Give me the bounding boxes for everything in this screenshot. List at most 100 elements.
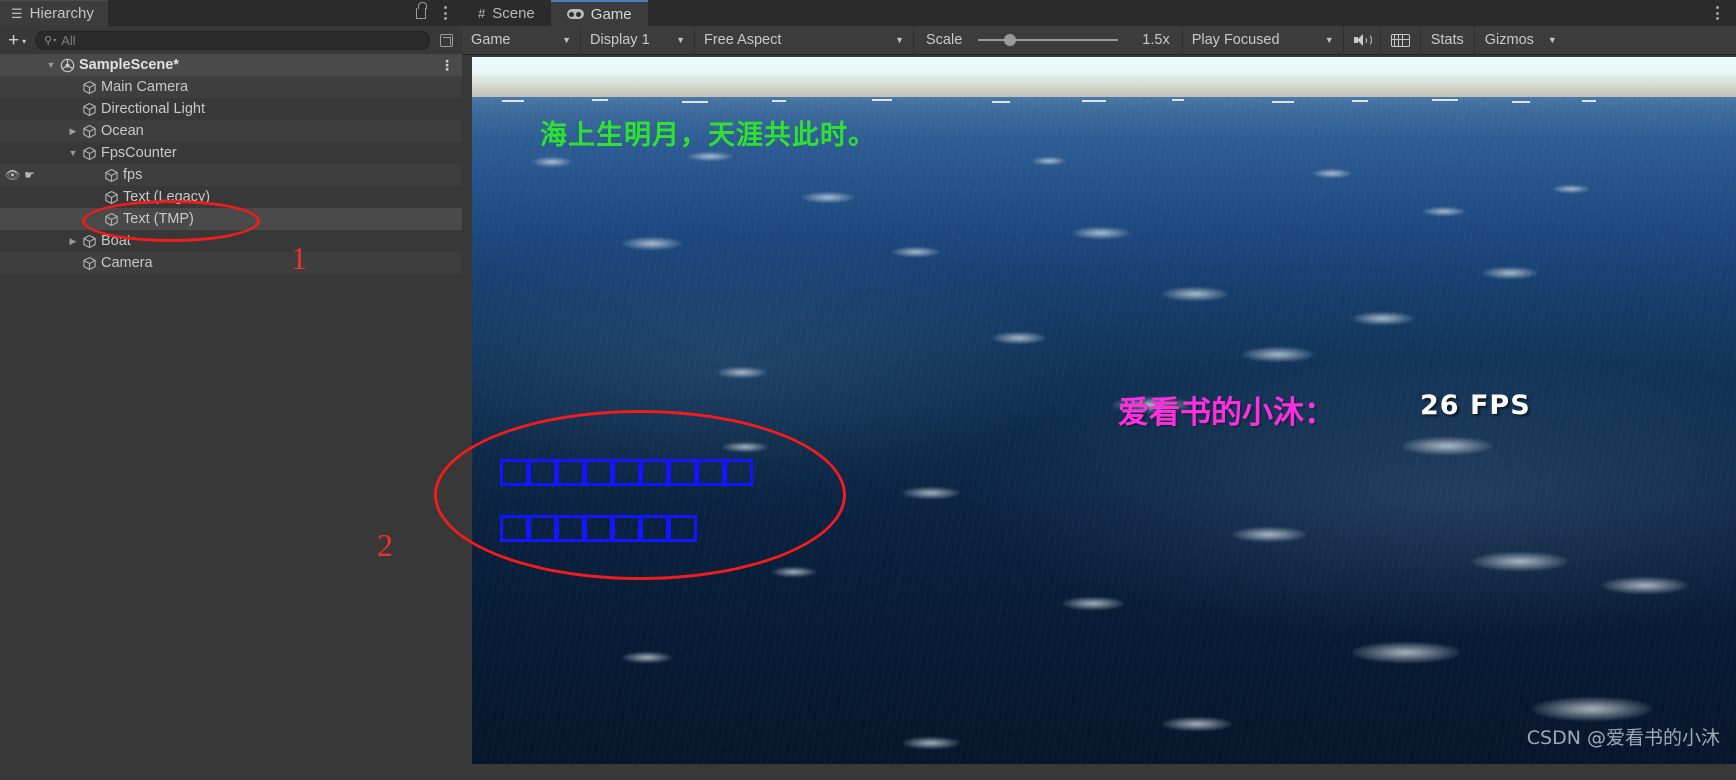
game-view-bottom-gutter xyxy=(924,764,1736,780)
chevron-right-icon[interactable]: ▶ xyxy=(66,236,80,247)
missing-glyph-row-2 xyxy=(500,515,697,542)
hierarchy-tabbar: ☰ Hierarchy xyxy=(0,0,462,26)
wave-foam xyxy=(1312,169,1352,178)
hand-pickability-icon[interactable]: ☛ xyxy=(24,169,35,181)
unity-editor-window: ☰ Hierarchy + ▾ ⚲ ▾ All ▼ SampleScene* ⋮… xyxy=(0,0,1736,780)
kebab-menu-icon[interactable] xyxy=(434,2,456,24)
wave-foam xyxy=(687,152,733,161)
hierarchy-row-label: Main Camera xyxy=(101,79,189,95)
chevron-down-icon: ▼ xyxy=(1324,35,1334,45)
gizmos-button[interactable]: Gizmos xyxy=(1475,26,1544,55)
kebab-menu-icon[interactable] xyxy=(1706,2,1728,24)
tab-game[interactable]: Game xyxy=(550,0,648,26)
scale-slider-track[interactable] xyxy=(978,34,1119,46)
wave-foam xyxy=(1482,267,1538,279)
view-mode-value: Game xyxy=(471,32,511,48)
chevron-right-icon[interactable]: ▶ xyxy=(66,126,80,137)
hierarchy-search-row: + ▾ ⚲ ▾ All xyxy=(0,26,462,54)
popout-window-icon[interactable] xyxy=(436,31,456,50)
chevron-down-icon: ▾ xyxy=(22,37,27,46)
tab-scene-label: Scene xyxy=(492,4,535,22)
wave-foam xyxy=(1242,347,1314,362)
play-mode-dropdown[interactable]: Play Focused ▼ xyxy=(1183,26,1343,55)
hierarchy-row-ocean[interactable]: ▶ Ocean xyxy=(0,120,462,142)
hierarchy-row-directional-light[interactable]: Directional Light xyxy=(0,98,462,120)
aspect-ratio-dropdown[interactable]: Free Aspect ▼ xyxy=(695,26,913,55)
kebab-menu-icon[interactable]: ⋮ xyxy=(440,57,462,74)
gameobject-cube-icon xyxy=(80,102,98,117)
missing-glyph-box xyxy=(556,515,585,542)
hierarchy-row-label: fps xyxy=(123,167,143,183)
horizon-speck xyxy=(682,101,708,103)
keyboard-icon xyxy=(1390,33,1410,47)
hierarchy-row-label: Camera xyxy=(101,255,153,271)
hierarchy-row-fpscounter[interactable]: ▼ FpsCounter xyxy=(0,142,462,164)
gizmos-dropdown[interactable]: ▼ xyxy=(1544,26,1565,55)
wave-foam xyxy=(802,192,854,203)
search-input[interactable]: ⚲ ▾ All xyxy=(35,30,430,50)
eye-visibility-icon[interactable]: 👁 xyxy=(5,169,20,181)
missing-glyph-row-1 xyxy=(500,459,753,486)
hierarchy-row-boat[interactable]: ▶ Boat xyxy=(0,230,462,252)
hierarchy-row-label: Boat xyxy=(101,233,131,249)
gameobject-cube-icon xyxy=(80,234,98,249)
display-value: Display 1 xyxy=(590,32,650,48)
wave-foam xyxy=(992,332,1046,344)
wave-foam xyxy=(1402,437,1492,455)
horizon-speck xyxy=(1582,100,1596,102)
missing-glyph-box xyxy=(668,459,697,486)
tab-game-label: Game xyxy=(590,5,632,23)
horizon-speck xyxy=(992,101,1010,103)
display-dropdown[interactable]: Display 1 ▼ xyxy=(581,26,694,55)
hierarchy-panel: ☰ Hierarchy + ▾ ⚲ ▾ All ▼ SampleScene* ⋮… xyxy=(0,0,462,780)
wave-foam xyxy=(1422,207,1466,216)
tab-hierarchy[interactable]: ☰ Hierarchy xyxy=(0,0,108,26)
gameobject-cube-icon xyxy=(80,124,98,139)
chevron-down-icon: ▼ xyxy=(1547,35,1557,45)
hierarchy-row-main-camera[interactable]: Main Camera xyxy=(0,76,462,98)
game-panel: # Scene Game Game ▼ Display 1 ▼ Free Asp… xyxy=(462,0,1736,780)
horizon-speck xyxy=(1082,100,1106,102)
wave-foam xyxy=(1072,227,1130,239)
gameobject-cube-icon xyxy=(80,146,98,161)
hierarchy-row-text-tmp[interactable]: Text (TMP) xyxy=(0,208,462,230)
mute-audio-button[interactable] xyxy=(1344,26,1380,55)
scale-slider-knob[interactable] xyxy=(1004,34,1017,46)
row-visibility-gutter xyxy=(0,230,44,252)
missing-glyph-box xyxy=(640,459,669,486)
input-toggle-button[interactable] xyxy=(1381,26,1420,55)
wave-foam xyxy=(902,487,960,499)
missing-glyph-box xyxy=(612,515,641,542)
tab-scene[interactable]: # Scene xyxy=(462,0,551,26)
hierarchy-row-samplescene[interactable]: ▼ SampleScene* ⋮ xyxy=(0,54,462,76)
stats-button[interactable]: Stats xyxy=(1421,26,1474,55)
wave-foam xyxy=(622,237,682,250)
chevron-down-icon[interactable]: ▼ xyxy=(44,60,58,70)
wave-foam xyxy=(1352,312,1414,325)
sky-background xyxy=(472,57,1736,101)
hierarchy-row-text-legacy[interactable]: Text (Legacy) xyxy=(0,186,462,208)
scale-slider[interactable] xyxy=(972,26,1124,55)
missing-glyph-box xyxy=(528,459,557,486)
hierarchy-row-fps[interactable]: 👁 ☛ fps xyxy=(0,164,462,186)
horizon-speck xyxy=(1512,101,1530,103)
view-mode-dropdown[interactable]: Game ▼ xyxy=(462,26,580,55)
hierarchy-row-label: Directional Light xyxy=(101,101,205,117)
wave-foam xyxy=(1062,597,1124,610)
gameobject-cube-icon xyxy=(80,80,98,95)
chevron-down-icon: ▼ xyxy=(895,35,904,45)
play-mode-value: Play Focused xyxy=(1191,32,1280,48)
wave-foam xyxy=(1352,642,1460,663)
hierarchy-row-camera[interactable]: Camera xyxy=(0,252,462,274)
aspect-ratio-value: Free Aspect xyxy=(704,32,782,48)
row-visibility-gutter xyxy=(0,208,44,230)
lock-open-icon[interactable] xyxy=(410,1,432,24)
wave-foam xyxy=(902,737,960,749)
game-render-view[interactable]: 海上生明月，天涯共此时。 爱看书的小沐： 26 FPS CSDN @爱看书的小沐 xyxy=(472,57,1736,764)
missing-glyph-box xyxy=(696,459,725,486)
chevron-down-icon[interactable]: ▼ xyxy=(66,148,80,158)
add-gameobject-button[interactable]: + ▾ xyxy=(6,31,29,50)
grid-hash-icon: # xyxy=(478,5,486,21)
chevron-down-icon: ▼ xyxy=(676,35,685,45)
tab-hierarchy-label: Hierarchy xyxy=(29,5,94,22)
